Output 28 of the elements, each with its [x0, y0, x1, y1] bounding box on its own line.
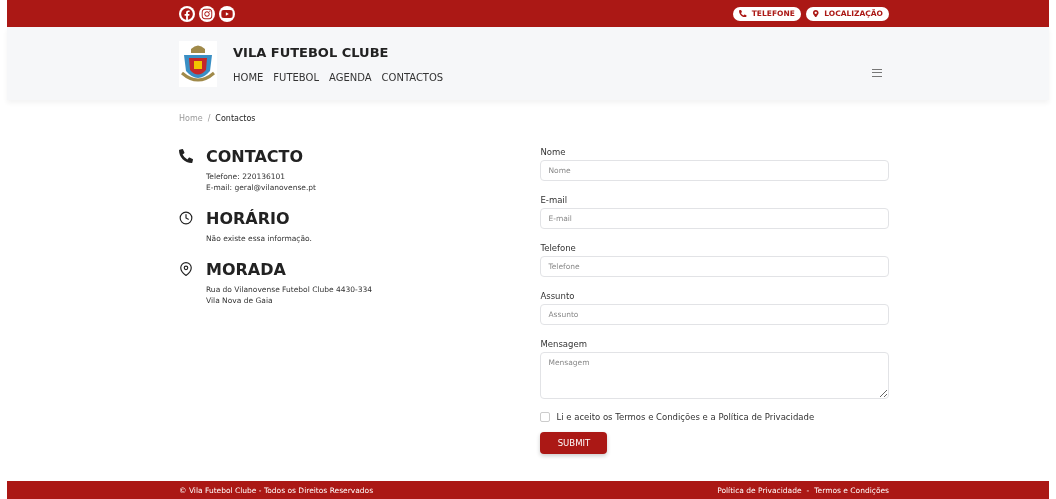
field-label: Mensagem [540, 339, 588, 349]
phone-icon [179, 149, 193, 163]
section-heading: CONTACTO [206, 147, 305, 166]
field-label: Assunto [540, 291, 576, 301]
consent-label: Li e aceito os Termos e Condições e a Política de Privacidade [556, 412, 815, 422]
instagram-icon[interactable] [199, 5, 215, 22]
site-title: VILA FUTEBOL CLUBE [233, 44, 390, 60]
nav-link[interactable]: AGENDA [328, 71, 372, 83]
clock-icon [179, 211, 193, 225]
consent-checkbox[interactable] [540, 412, 551, 422]
field-label: Nome [540, 147, 567, 157]
nav-link[interactable]: HOME [233, 71, 264, 83]
section-heading: MORADA [206, 260, 287, 279]
pin-icon [811, 9, 820, 18]
breadcrumb-separator: / [207, 114, 211, 123]
menu-icon[interactable] [872, 68, 882, 77]
nav-link[interactable]: CONTACTOS [381, 71, 444, 83]
submit-button[interactable]: SUBMIT [540, 432, 608, 454]
phone-icon [739, 9, 747, 18]
pin-icon [179, 262, 193, 276]
facebook-icon[interactable] [179, 5, 195, 22]
field-label: E-mail [540, 195, 569, 205]
breadcrumb-link[interactable]: Contactos [215, 114, 256, 123]
youtube-icon[interactable] [219, 5, 235, 22]
nav-link[interactable]: FUTEBOL [273, 71, 319, 83]
crest-logo-icon[interactable] [179, 40, 217, 87]
section-heading: HORÁRIO [206, 209, 291, 228]
field-label: Telefone [540, 243, 577, 253]
